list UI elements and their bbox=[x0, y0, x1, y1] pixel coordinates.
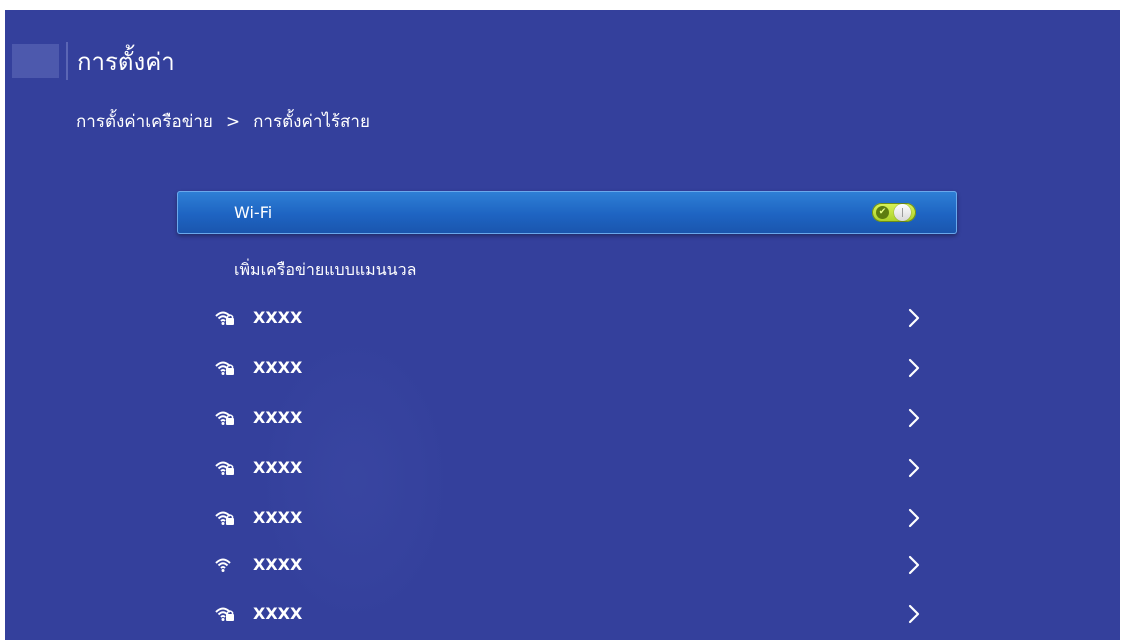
wifi-lock-icon bbox=[215, 511, 234, 526]
network-item[interactable]: XXXX bbox=[210, 303, 930, 333]
network-name: XXXX bbox=[253, 408, 303, 427]
wifi-lock-icon bbox=[215, 361, 234, 376]
wifi-lock-icon bbox=[215, 607, 234, 622]
network-item[interactable]: XXXX bbox=[210, 503, 930, 533]
network-item[interactable]: XXXX bbox=[210, 403, 930, 433]
chevron-right-icon bbox=[908, 508, 920, 528]
network-item[interactable]: XXXX bbox=[210, 353, 930, 383]
chevron-right-icon bbox=[908, 604, 920, 624]
chevron-right-icon bbox=[908, 458, 920, 478]
network-name: XXXX bbox=[253, 308, 303, 327]
network-name: XXXX bbox=[253, 358, 303, 377]
wifi-lock-icon bbox=[215, 411, 234, 426]
chevron-right-icon bbox=[908, 308, 920, 328]
network-list: XXXX XXXX XXXX XXXX XXXX XXXX XXXX bbox=[5, 10, 1120, 640]
settings-screen: การตั้งค่า การตั้งค่าเครือข่าย > การตั้งค่… bbox=[5, 10, 1120, 640]
chevron-right-icon bbox=[908, 408, 920, 428]
wifi-lock-icon bbox=[215, 461, 234, 476]
network-item[interactable]: XXXX bbox=[210, 550, 930, 580]
chevron-right-icon bbox=[908, 555, 920, 575]
network-item[interactable]: XXXX bbox=[210, 599, 930, 629]
network-name: XXXX bbox=[253, 555, 303, 574]
network-name: XXXX bbox=[253, 458, 303, 477]
chevron-right-icon bbox=[908, 358, 920, 378]
wifi-lock-icon bbox=[215, 311, 234, 326]
network-item[interactable]: XXXX bbox=[210, 453, 930, 483]
network-name: XXXX bbox=[253, 508, 303, 527]
wifi-icon bbox=[215, 558, 231, 573]
network-name: XXXX bbox=[253, 604, 303, 623]
